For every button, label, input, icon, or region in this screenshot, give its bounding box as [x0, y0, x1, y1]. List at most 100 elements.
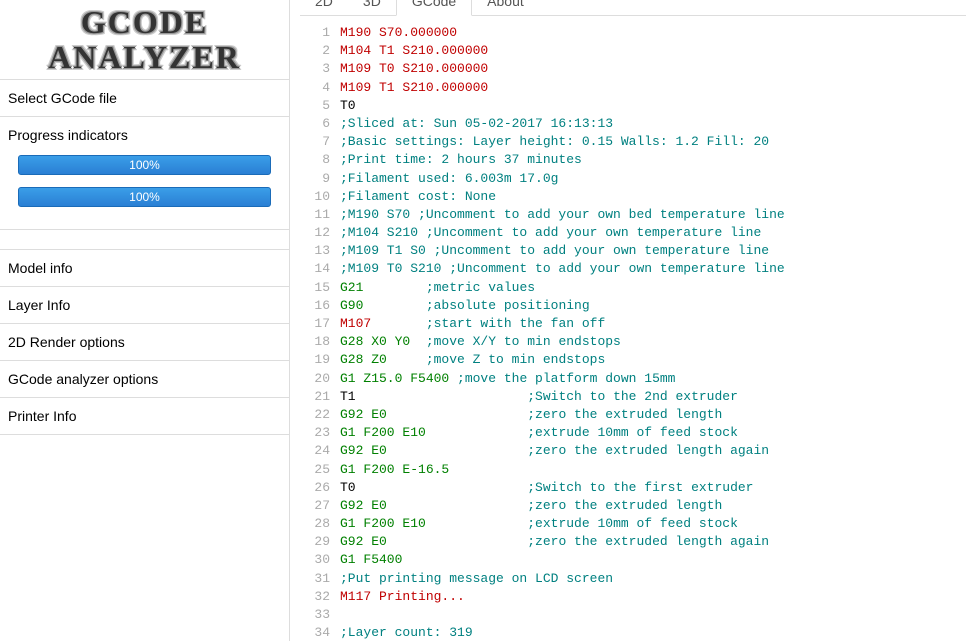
- line-content: G28 Z0 ;move Z to min endstops: [340, 351, 966, 369]
- code-line[interactable]: 28G1 F200 E10 ;extrude 10mm of feed stoc…: [300, 515, 966, 533]
- line-content: G92 E0 ;zero the extruded length again: [340, 533, 966, 551]
- line-number: 16: [300, 297, 340, 315]
- model-info[interactable]: Model info: [0, 249, 289, 287]
- code-line[interactable]: 25G1 F200 E-16.5: [300, 461, 966, 479]
- layer-info[interactable]: Layer Info: [0, 286, 289, 324]
- tab-about[interactable]: About: [472, 0, 539, 15]
- progress-bar-1: 100%: [18, 155, 271, 175]
- line-content: G92 E0 ;zero the extruded length: [340, 497, 966, 515]
- spacer: [0, 230, 289, 250]
- line-content: M109 T1 S210.000000: [340, 79, 966, 97]
- code-line[interactable]: 32M117 Printing...: [300, 588, 966, 606]
- line-content: ;Sliced at: Sun 05-02-2017 16:13:13: [340, 115, 966, 133]
- tab-2d[interactable]: 2D: [300, 0, 348, 15]
- line-content: T0: [340, 97, 966, 115]
- line-number: 17: [300, 315, 340, 333]
- code-line[interactable]: 26T0 ;Switch to the first extruder: [300, 479, 966, 497]
- line-content: G90 ;absolute positioning: [340, 297, 966, 315]
- code-line[interactable]: 18G28 X0 Y0 ;move X/Y to min endstops: [300, 333, 966, 351]
- line-content: M104 T1 S210.000000: [340, 42, 966, 60]
- line-number: 32: [300, 588, 340, 606]
- line-number: 33: [300, 606, 340, 624]
- code-line[interactable]: 10;Filament cost: None: [300, 188, 966, 206]
- line-number: 5: [300, 97, 340, 115]
- tabs: 2D 3D GCode About: [300, 0, 966, 16]
- code-line[interactable]: 15G21 ;metric values: [300, 279, 966, 297]
- code-line[interactable]: 16G90 ;absolute positioning: [300, 297, 966, 315]
- line-content: G1 F200 E-16.5: [340, 461, 966, 479]
- analyzer-options[interactable]: GCode analyzer options: [0, 360, 289, 398]
- code-line[interactable]: 21T1 ;Switch to the 2nd extruder: [300, 388, 966, 406]
- line-content: ;Put printing message on LCD screen: [340, 570, 966, 588]
- code-line[interactable]: 14;M109 T0 S210 ;Uncomment to add your o…: [300, 260, 966, 278]
- line-number: 28: [300, 515, 340, 533]
- progress-bar-1-value: 100%: [129, 158, 160, 172]
- code-line[interactable]: 4M109 T1 S210.000000: [300, 79, 966, 97]
- line-number: 20: [300, 370, 340, 388]
- line-content: ;Basic settings: Layer height: 0.15 Wall…: [340, 133, 966, 151]
- line-number: 2: [300, 42, 340, 60]
- code-line[interactable]: 12;M104 S210 ;Uncomment to add your own …: [300, 224, 966, 242]
- select-gcode-file[interactable]: Select GCode file: [0, 79, 289, 117]
- code-line[interactable]: 7;Basic settings: Layer height: 0.15 Wal…: [300, 133, 966, 151]
- code-line[interactable]: 9;Filament used: 6.003m 17.0g: [300, 170, 966, 188]
- code-line[interactable]: 27G92 E0 ;zero the extruded length: [300, 497, 966, 515]
- code-line[interactable]: 5T0: [300, 97, 966, 115]
- code-line[interactable]: 30G1 F5400: [300, 551, 966, 569]
- code-line[interactable]: 8;Print time: 2 hours 37 minutes: [300, 151, 966, 169]
- code-line[interactable]: 31;Put printing message on LCD screen: [300, 570, 966, 588]
- code-line[interactable]: 33: [300, 606, 966, 624]
- line-number: 10: [300, 188, 340, 206]
- code-line[interactable]: 1M190 S70.000000: [300, 24, 966, 42]
- code-line[interactable]: 11;M190 S70 ;Uncomment to add your own b…: [300, 206, 966, 224]
- line-content: T1 ;Switch to the 2nd extruder: [340, 388, 966, 406]
- line-number: 7: [300, 133, 340, 151]
- code-line[interactable]: 23G1 F200 E10 ;extrude 10mm of feed stoc…: [300, 424, 966, 442]
- code-line[interactable]: 17M107 ;start with the fan off: [300, 315, 966, 333]
- line-content: ;Filament cost: None: [340, 188, 966, 206]
- code-line[interactable]: 6;Sliced at: Sun 05-02-2017 16:13:13: [300, 115, 966, 133]
- line-content: G1 F5400: [340, 551, 966, 569]
- line-number: 25: [300, 461, 340, 479]
- tab-3d[interactable]: 3D: [348, 0, 396, 15]
- line-content: ;Layer count: 319: [340, 624, 966, 641]
- line-content: M190 S70.000000: [340, 24, 966, 42]
- printer-info[interactable]: Printer Info: [0, 397, 289, 435]
- line-number: 21: [300, 388, 340, 406]
- line-number: 19: [300, 351, 340, 369]
- code-line[interactable]: 20G1 Z15.0 F5400 ;move the platform down…: [300, 370, 966, 388]
- gcode-view[interactable]: 1M190 S70.0000002M104 T1 S210.0000003M10…: [300, 16, 966, 641]
- line-content: M117 Printing...: [340, 588, 966, 606]
- line-number: 31: [300, 570, 340, 588]
- line-number: 27: [300, 497, 340, 515]
- line-number: 34: [300, 624, 340, 641]
- logo-line2: ANALYZER: [0, 40, 289, 75]
- code-line[interactable]: 3M109 T0 S210.000000: [300, 60, 966, 78]
- main-content: 2D 3D GCode About 1M190 S70.0000002M104 …: [290, 0, 966, 641]
- line-content: G28 X0 Y0 ;move X/Y to min endstops: [340, 333, 966, 351]
- line-content: ;M109 T0 S210 ;Uncomment to add your own…: [340, 260, 966, 278]
- render-options[interactable]: 2D Render options: [0, 323, 289, 361]
- code-line[interactable]: 34;Layer count: 319: [300, 624, 966, 641]
- line-content: G92 E0 ;zero the extruded length again: [340, 442, 966, 460]
- line-content: ;M190 S70 ;Uncomment to add your own bed…: [340, 206, 966, 224]
- line-number: 22: [300, 406, 340, 424]
- line-content: M109 T0 S210.000000: [340, 60, 966, 78]
- code-line[interactable]: 13;M109 T1 S0 ;Uncomment to add your own…: [300, 242, 966, 260]
- line-number: 24: [300, 442, 340, 460]
- progress-indicators-panel: Progress indicators 100% 100%: [0, 116, 289, 230]
- line-content: G1 F200 E10 ;extrude 10mm of feed stock: [340, 515, 966, 533]
- code-line[interactable]: 19G28 Z0 ;move Z to min endstops: [300, 351, 966, 369]
- line-content: G92 E0 ;zero the extruded length: [340, 406, 966, 424]
- line-number: 13: [300, 242, 340, 260]
- line-number: 12: [300, 224, 340, 242]
- line-number: 30: [300, 551, 340, 569]
- code-line[interactable]: 22G92 E0 ;zero the extruded length: [300, 406, 966, 424]
- line-number: 6: [300, 115, 340, 133]
- line-number: 1: [300, 24, 340, 42]
- code-line[interactable]: 24G92 E0 ;zero the extruded length again: [300, 442, 966, 460]
- progress-bar-2-value: 100%: [129, 190, 160, 204]
- tab-gcode[interactable]: GCode: [396, 0, 472, 16]
- code-line[interactable]: 29G92 E0 ;zero the extruded length again: [300, 533, 966, 551]
- code-line[interactable]: 2M104 T1 S210.000000: [300, 42, 966, 60]
